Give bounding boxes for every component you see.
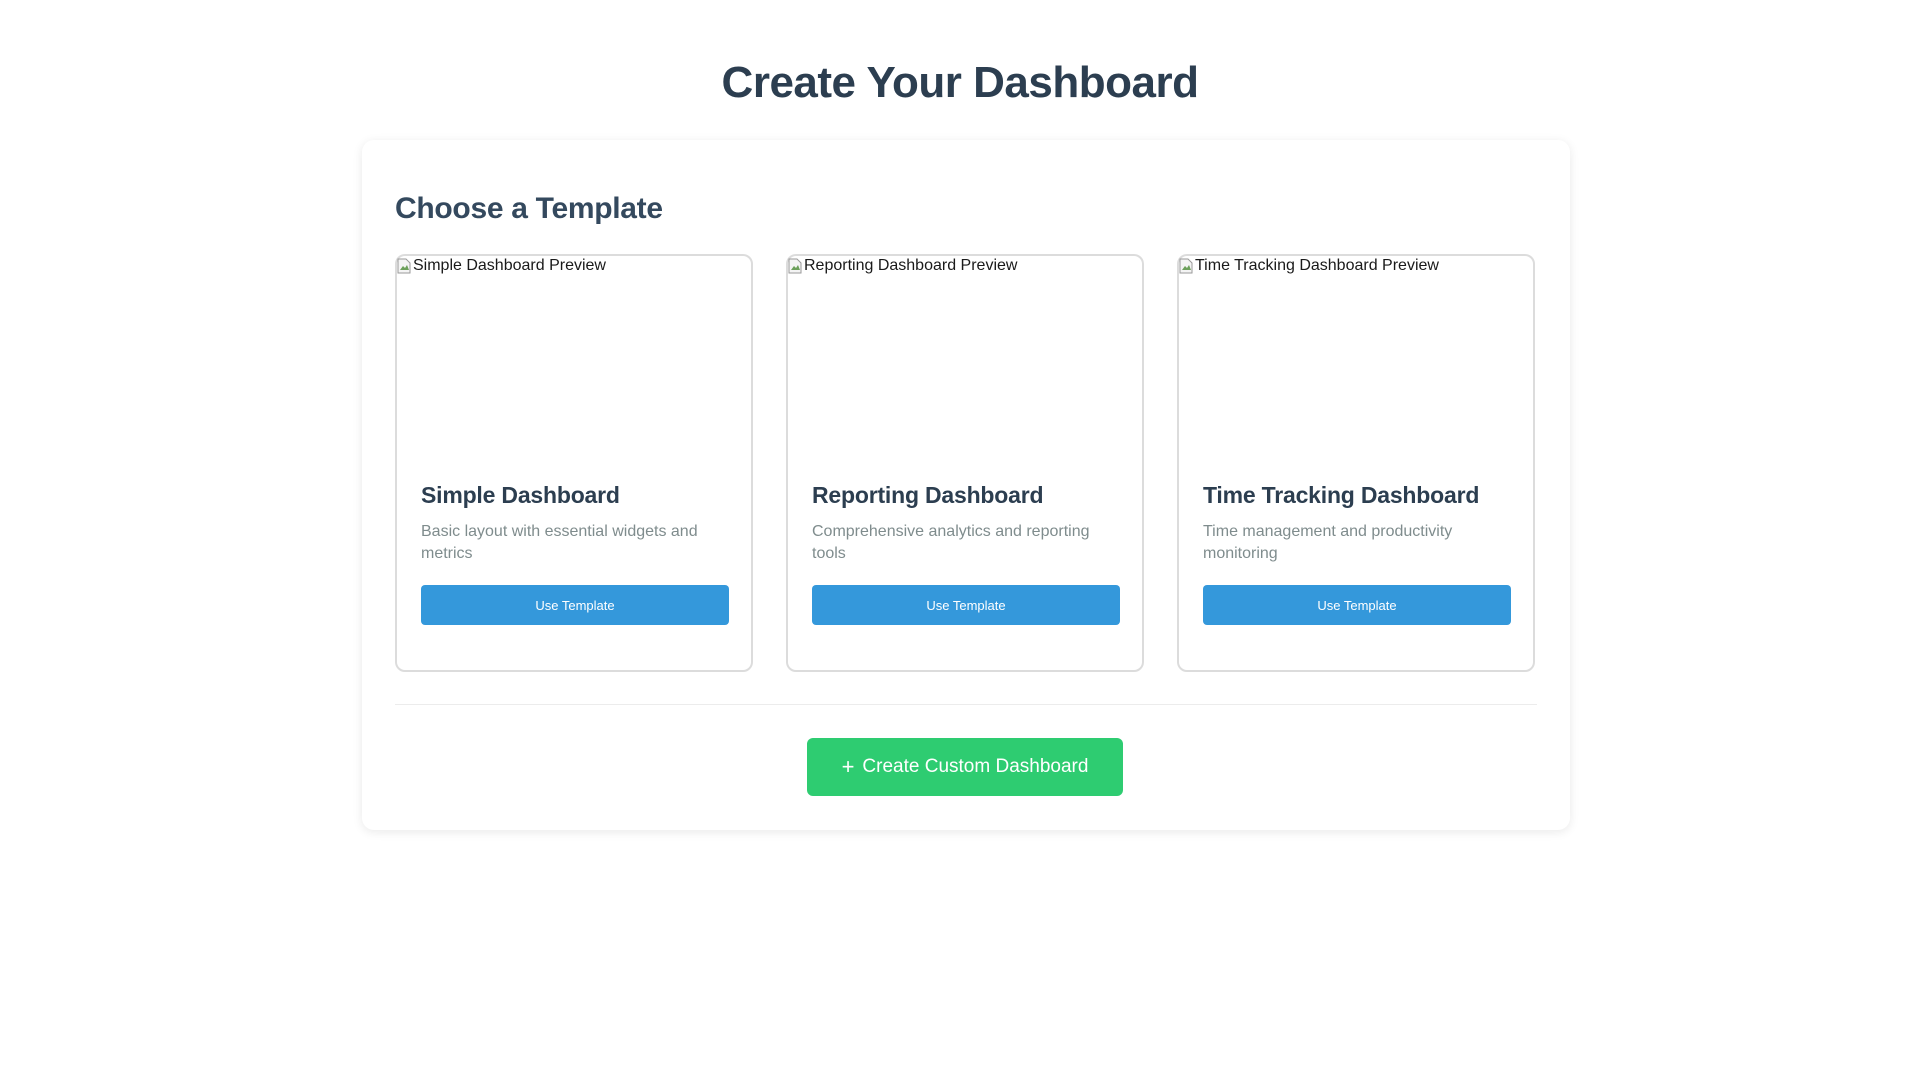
broken-image: Time Tracking Dashboard Preview	[1179, 257, 1439, 275]
broken-image: Reporting Dashboard Preview	[788, 257, 1017, 275]
card-body: Reporting Dashboard Comprehensive analyt…	[788, 481, 1142, 625]
template-panel: Choose a Template Simple Dashboard Previ…	[362, 140, 1570, 830]
plus-icon: +	[841, 754, 855, 779]
preview-alt-text: Simple Dashboard Preview	[413, 257, 606, 274]
create-custom-dashboard-label: Create Custom Dashboard	[862, 756, 1089, 777]
template-card-simple: Simple Dashboard Preview Simple Dashboar…	[395, 254, 753, 672]
template-cards: Simple Dashboard Preview Simple Dashboar…	[395, 254, 1537, 672]
card-body: Time Tracking Dashboard Time management …	[1179, 481, 1533, 625]
card-description: Time management and productivity monitor…	[1203, 523, 1453, 562]
card-title: Time Tracking Dashboard	[1203, 482, 1480, 508]
broken-image-icon	[397, 258, 411, 274]
template-preview-image: Reporting Dashboard Preview	[788, 256, 1142, 481]
divider	[395, 704, 1537, 705]
page: Create Your Dashboard Choose a Template …	[0, 0, 1920, 1080]
use-template-button-time-tracking[interactable]: Use Template	[1203, 585, 1511, 625]
create-custom-dashboard-button[interactable]: + Create Custom Dashboard	[807, 738, 1123, 796]
template-preview-image: Simple Dashboard Preview	[397, 256, 751, 481]
page-title: Create Your Dashboard	[721, 58, 1199, 107]
broken-image-icon	[788, 258, 802, 274]
broken-image-icon	[1179, 258, 1193, 274]
card-body: Simple Dashboard Basic layout with essen…	[397, 481, 751, 625]
card-description: Comprehensive analytics and reporting to…	[812, 523, 1090, 562]
template-card-reporting: Reporting Dashboard Preview Reporting Da…	[786, 254, 1144, 672]
broken-image: Simple Dashboard Preview	[397, 257, 606, 275]
use-template-button-simple[interactable]: Use Template	[421, 585, 729, 625]
card-description: Basic layout with essential widgets and …	[421, 523, 698, 562]
use-template-button-reporting[interactable]: Use Template	[812, 585, 1120, 625]
card-title: Reporting Dashboard	[812, 482, 1044, 508]
template-card-time-tracking: Time Tracking Dashboard Preview Time Tra…	[1177, 254, 1535, 672]
preview-alt-text: Reporting Dashboard Preview	[804, 257, 1018, 274]
preview-alt-text: Time Tracking Dashboard Preview	[1195, 257, 1439, 274]
section-title: Choose a Template	[395, 192, 663, 225]
card-title: Simple Dashboard	[421, 482, 620, 508]
template-preview-image: Time Tracking Dashboard Preview	[1179, 256, 1533, 481]
